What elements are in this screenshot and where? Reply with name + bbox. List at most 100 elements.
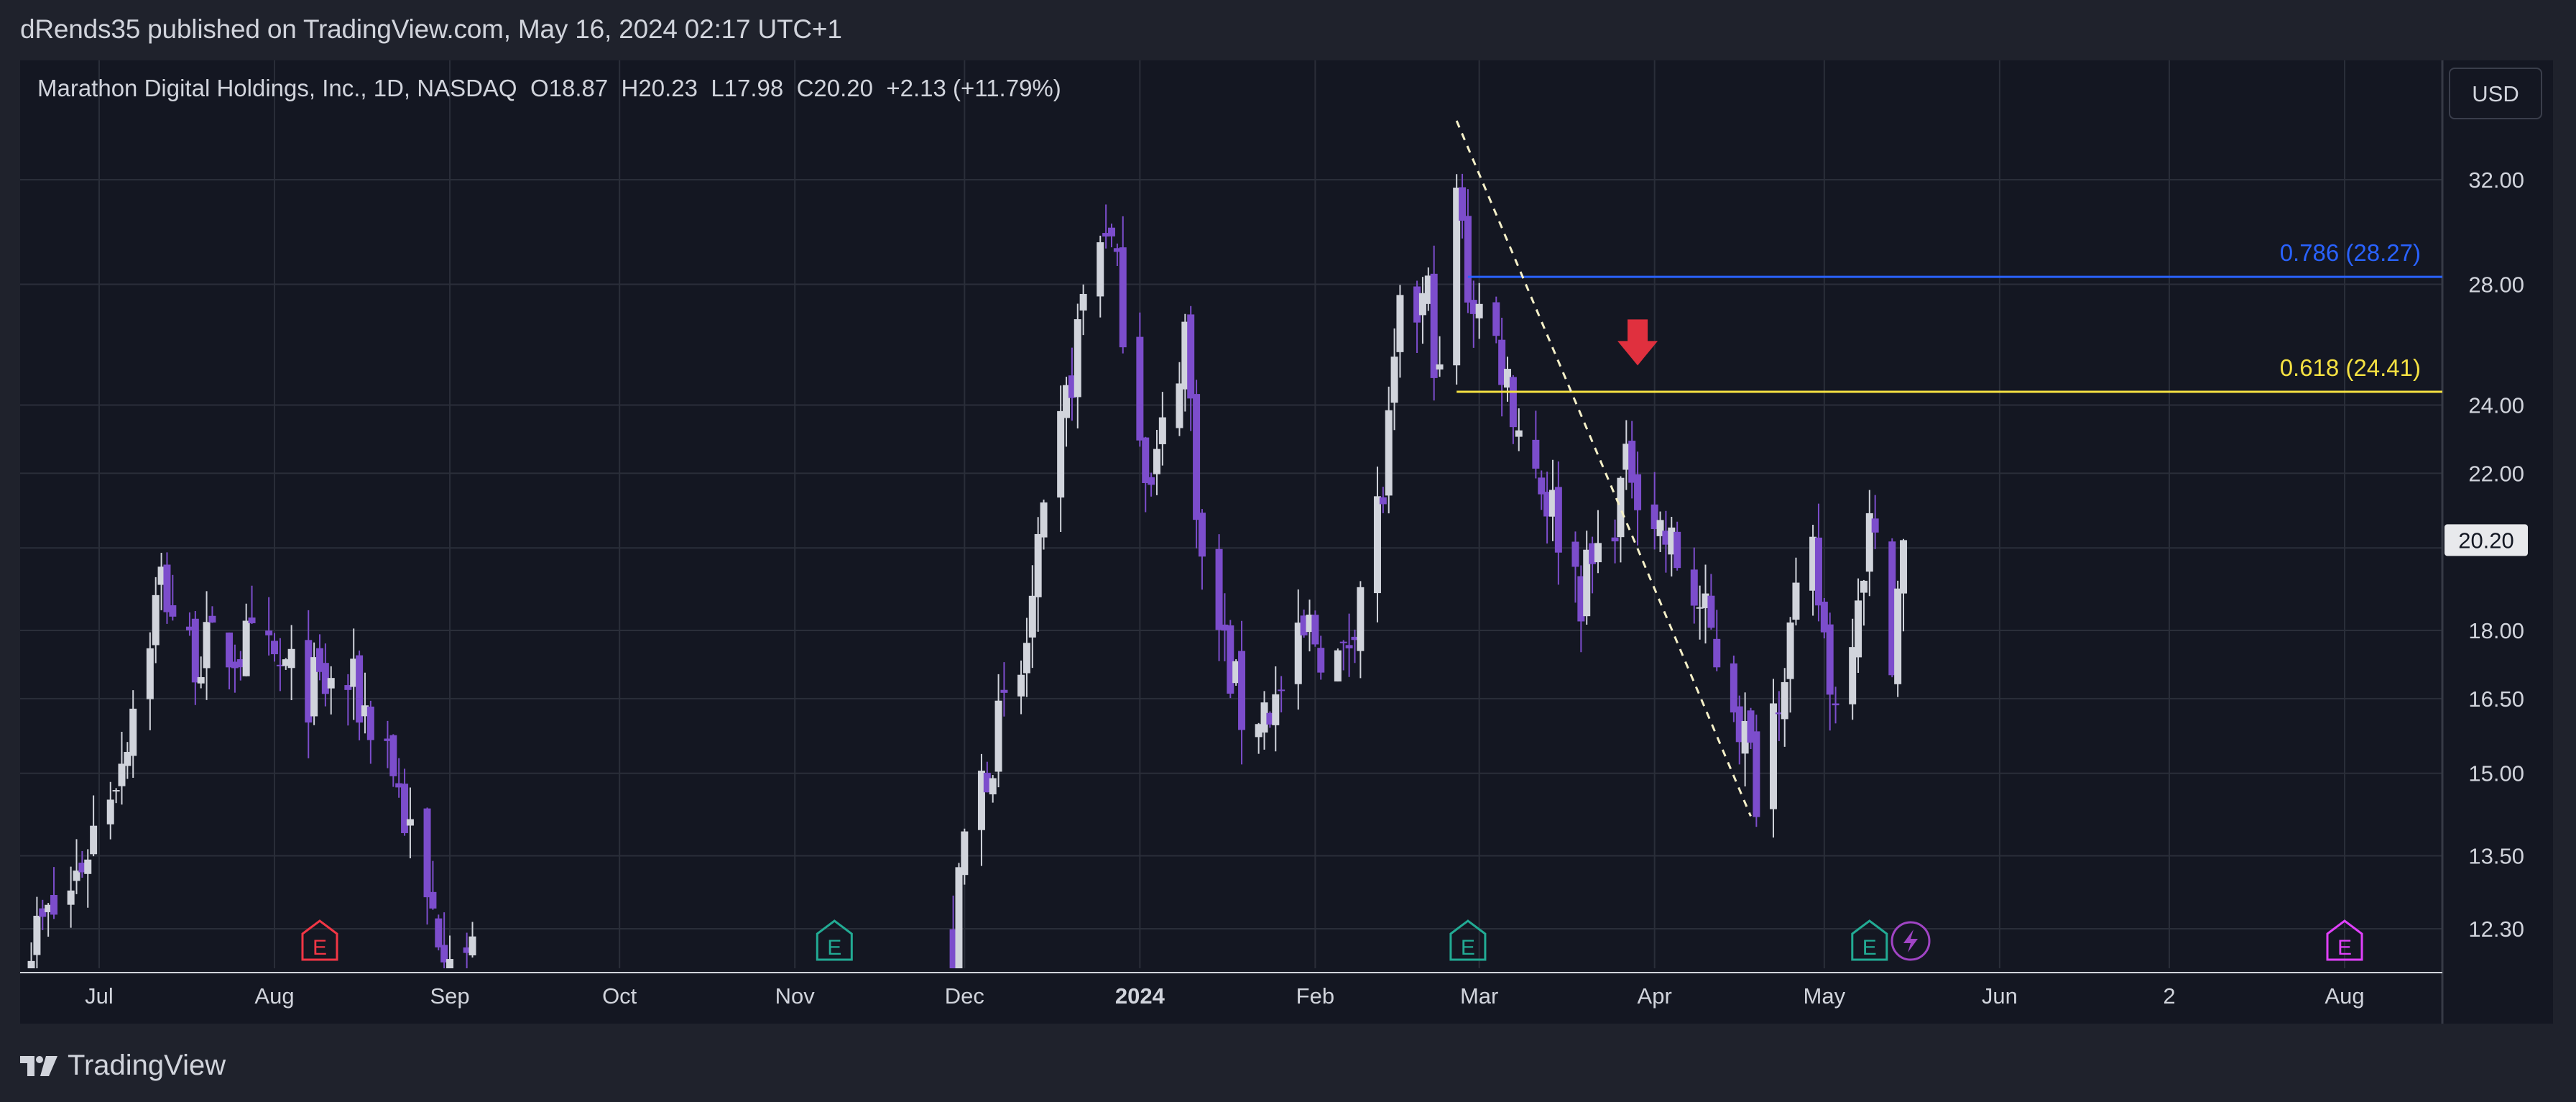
price-tick-label: 13.50 xyxy=(2468,844,2524,869)
candle-body xyxy=(1515,430,1523,437)
candle-body xyxy=(50,895,58,915)
candle-body xyxy=(112,790,120,792)
candle-body xyxy=(84,859,92,874)
tradingview-logo[interactable]: TradingView xyxy=(20,1050,226,1082)
time-tick-label: Nov xyxy=(775,983,816,1009)
candle-body xyxy=(1509,377,1517,428)
candle-body xyxy=(1475,303,1483,318)
bottom-bar xyxy=(0,1024,2576,1102)
candle-body xyxy=(1079,293,1087,311)
currency-button[interactable]: USD xyxy=(2449,68,2542,119)
candle-body xyxy=(1571,541,1579,567)
time-tick-label: 2024 xyxy=(1115,983,1165,1009)
candles-group xyxy=(27,173,1908,968)
legend-high: H20.23 xyxy=(621,75,698,101)
candle-body xyxy=(1357,587,1365,651)
candle-body xyxy=(1436,364,1444,370)
time-tick-label: Feb xyxy=(1296,983,1334,1009)
candle-body xyxy=(1148,477,1155,485)
candle-body xyxy=(1900,540,1908,594)
candle-body xyxy=(429,891,437,909)
price-chart[interactable]: 0.786 (28.27) 0.618 (24.41) E E E E E 12.30 13.5… xyxy=(20,60,2553,1024)
candle-body xyxy=(1311,615,1319,645)
price-tick-label: 24.00 xyxy=(2468,393,2524,418)
candle-body xyxy=(423,808,431,898)
candle-body xyxy=(1028,595,1036,638)
candle-body xyxy=(1894,588,1902,684)
candle-body xyxy=(1339,641,1347,643)
legend-change: +2.13 (+11.79%) xyxy=(886,75,1061,101)
candle-body xyxy=(1611,537,1619,542)
chart-frame[interactable]: 0.786 (28.27) 0.618 (24.41) E E E E E 12.30 13.5… xyxy=(20,60,2553,1024)
candle-body xyxy=(1198,513,1206,557)
candle-body xyxy=(1317,648,1325,673)
price-tick-label: 16.50 xyxy=(2468,687,2524,712)
earnings-marker-label: E xyxy=(313,936,327,960)
price-tick-label: 32.00 xyxy=(2468,167,2524,193)
candle-body xyxy=(287,648,295,669)
candle-body xyxy=(1792,582,1800,620)
candle-body xyxy=(955,867,963,968)
candle-body xyxy=(1022,643,1030,674)
candle-body xyxy=(989,778,997,795)
symbol-legend: Marathon Digital Holdings, Inc., 1D, NAS… xyxy=(37,75,1061,102)
candle-body xyxy=(152,594,160,646)
candle-body xyxy=(1385,410,1393,496)
candle-body xyxy=(1826,624,1834,695)
legend-low: L17.98 xyxy=(711,75,784,101)
earnings-marker-label: E xyxy=(827,936,841,960)
candle-body xyxy=(1634,474,1642,510)
symbol-name: Marathon Digital Holdings, Inc., 1D, NAS… xyxy=(37,75,517,101)
candle-body xyxy=(67,890,75,905)
candle-body xyxy=(169,605,177,617)
candle-body xyxy=(1187,314,1195,399)
candle-body xyxy=(1617,477,1625,538)
candle-body xyxy=(1781,681,1788,720)
time-tick-label: Aug xyxy=(2325,983,2364,1009)
last-price-label: 20.20 xyxy=(2458,528,2514,553)
candle-body xyxy=(1040,502,1048,538)
candle-body xyxy=(146,648,154,699)
candle-body xyxy=(1769,703,1777,809)
candle-body xyxy=(1855,600,1862,658)
candle-body xyxy=(1379,497,1387,505)
time-tick-label: Dec xyxy=(945,983,984,1009)
candle-body xyxy=(106,799,114,825)
candle-body xyxy=(1554,487,1562,553)
candle-body xyxy=(961,831,969,876)
candle-body xyxy=(191,618,199,683)
candle-body xyxy=(265,630,273,635)
candle-body xyxy=(1713,638,1721,668)
candle-body xyxy=(1492,302,1500,336)
dashed-trendline xyxy=(1455,120,1752,817)
down-arrow-icon xyxy=(1617,319,1658,366)
candle-body xyxy=(1272,694,1280,725)
price-tick-label: 18.00 xyxy=(2468,618,2524,643)
candle-body xyxy=(1097,242,1104,297)
candle-body xyxy=(90,825,98,855)
candle-body xyxy=(1119,247,1127,348)
candle-body xyxy=(1532,439,1540,469)
price-tick-label: 15.00 xyxy=(2468,761,2524,786)
candle-body xyxy=(1396,295,1404,352)
candle-body xyxy=(1176,383,1183,428)
candle-body xyxy=(1153,449,1160,474)
candle-body xyxy=(1707,595,1715,628)
candle-body xyxy=(1430,273,1438,378)
time-tick-label: May xyxy=(1804,983,1846,1009)
price-tick-label: 28.00 xyxy=(2468,272,2524,298)
candle-body xyxy=(1142,437,1150,483)
candle-body xyxy=(1227,625,1234,694)
fib-level-label: 0.618 (24.41) xyxy=(2280,354,2421,381)
brand-name: TradingView xyxy=(68,1050,226,1081)
candle-body xyxy=(1034,533,1042,597)
candle-body xyxy=(129,708,137,756)
earnings-marker-label: E xyxy=(2337,936,2352,960)
candle-body xyxy=(1860,580,1868,593)
candle-body xyxy=(1814,537,1822,606)
publish-info: dRends35 published on TradingView.com, M… xyxy=(20,14,842,44)
candle-body xyxy=(327,678,335,689)
candle-body xyxy=(1459,187,1467,221)
candle-body xyxy=(208,615,216,623)
candle-body xyxy=(242,620,250,676)
